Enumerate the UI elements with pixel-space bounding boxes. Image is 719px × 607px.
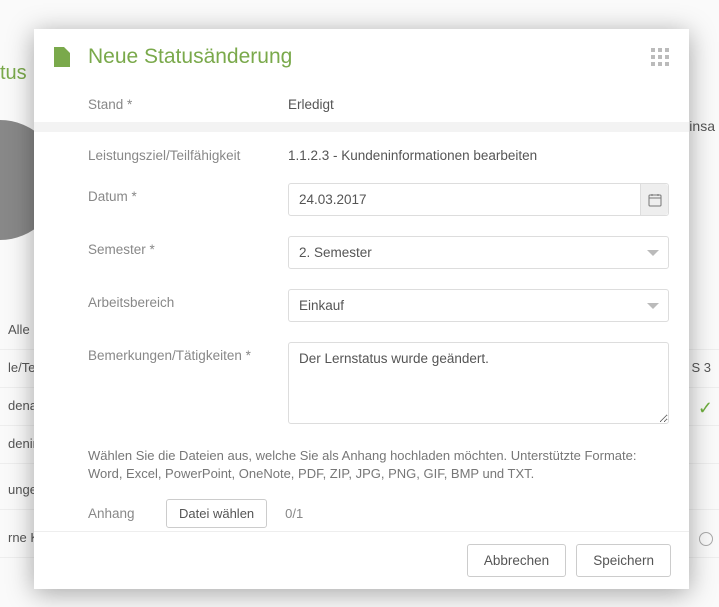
label-semester: Semester *: [88, 236, 288, 257]
choose-file-button[interactable]: Datei wählen: [166, 499, 267, 528]
row-stand: Stand * Erledigt: [34, 81, 689, 122]
calendar-icon[interactable]: [640, 184, 668, 215]
radio-icon[interactable]: [699, 532, 713, 546]
modal-header: Neue Statusänderung: [34, 29, 689, 81]
row-arbeitsbereich: Arbeitsbereich Einkauf: [34, 279, 689, 332]
document-icon: [54, 47, 70, 67]
row-bemerkungen: Bemerkungen/Tätigkeiten *: [34, 332, 689, 439]
status-change-modal: Neue Statusänderung Stand * Erledigt Lei…: [34, 29, 689, 589]
row-anhang: Anhang Datei wählen 0/1: [34, 485, 689, 531]
check-icon: ✓: [698, 398, 713, 419]
row-semester: Semester * 2. Semester: [34, 226, 689, 279]
row-leistungsziel: Leistungsziel/Teilfähigkeit 1.1.2.3 - Ku…: [34, 132, 689, 173]
label-bemerkungen: Bemerkungen/Tätigkeiten *: [88, 342, 288, 363]
upload-hint: Wählen Sie die Dateien aus, welche Sie a…: [34, 439, 689, 485]
save-button[interactable]: Speichern: [576, 544, 671, 577]
value-leistungsziel: 1.1.2.3 - Kundeninformationen bearbeiten: [288, 142, 669, 163]
label-stand: Stand *: [88, 91, 288, 112]
datum-input[interactable]: [288, 183, 669, 216]
bemerkungen-textarea[interactable]: [288, 342, 669, 424]
semester-select[interactable]: 2. Semester: [288, 236, 669, 269]
modal-title: Neue Statusänderung: [88, 45, 651, 69]
drag-handle-icon[interactable]: [651, 48, 669, 66]
modal-body: Stand * Erledigt Leistungsziel/Teilfähig…: [34, 81, 689, 531]
cancel-button[interactable]: Abbrechen: [467, 544, 566, 577]
label-arbeitsbereich: Arbeitsbereich: [88, 289, 288, 310]
modal-footer: Abbrechen Speichern: [34, 531, 689, 589]
arbeitsbereich-select[interactable]: Einkauf: [288, 289, 669, 322]
label-leistungsziel: Leistungsziel/Teilfähigkeit: [88, 142, 288, 163]
row-datum: Datum *: [34, 173, 689, 226]
section-divider: [34, 122, 689, 132]
value-stand: Erledigt: [288, 91, 669, 112]
file-count: 0/1: [285, 506, 303, 521]
label-anhang: Anhang: [88, 506, 148, 521]
label-datum: Datum *: [88, 183, 288, 204]
